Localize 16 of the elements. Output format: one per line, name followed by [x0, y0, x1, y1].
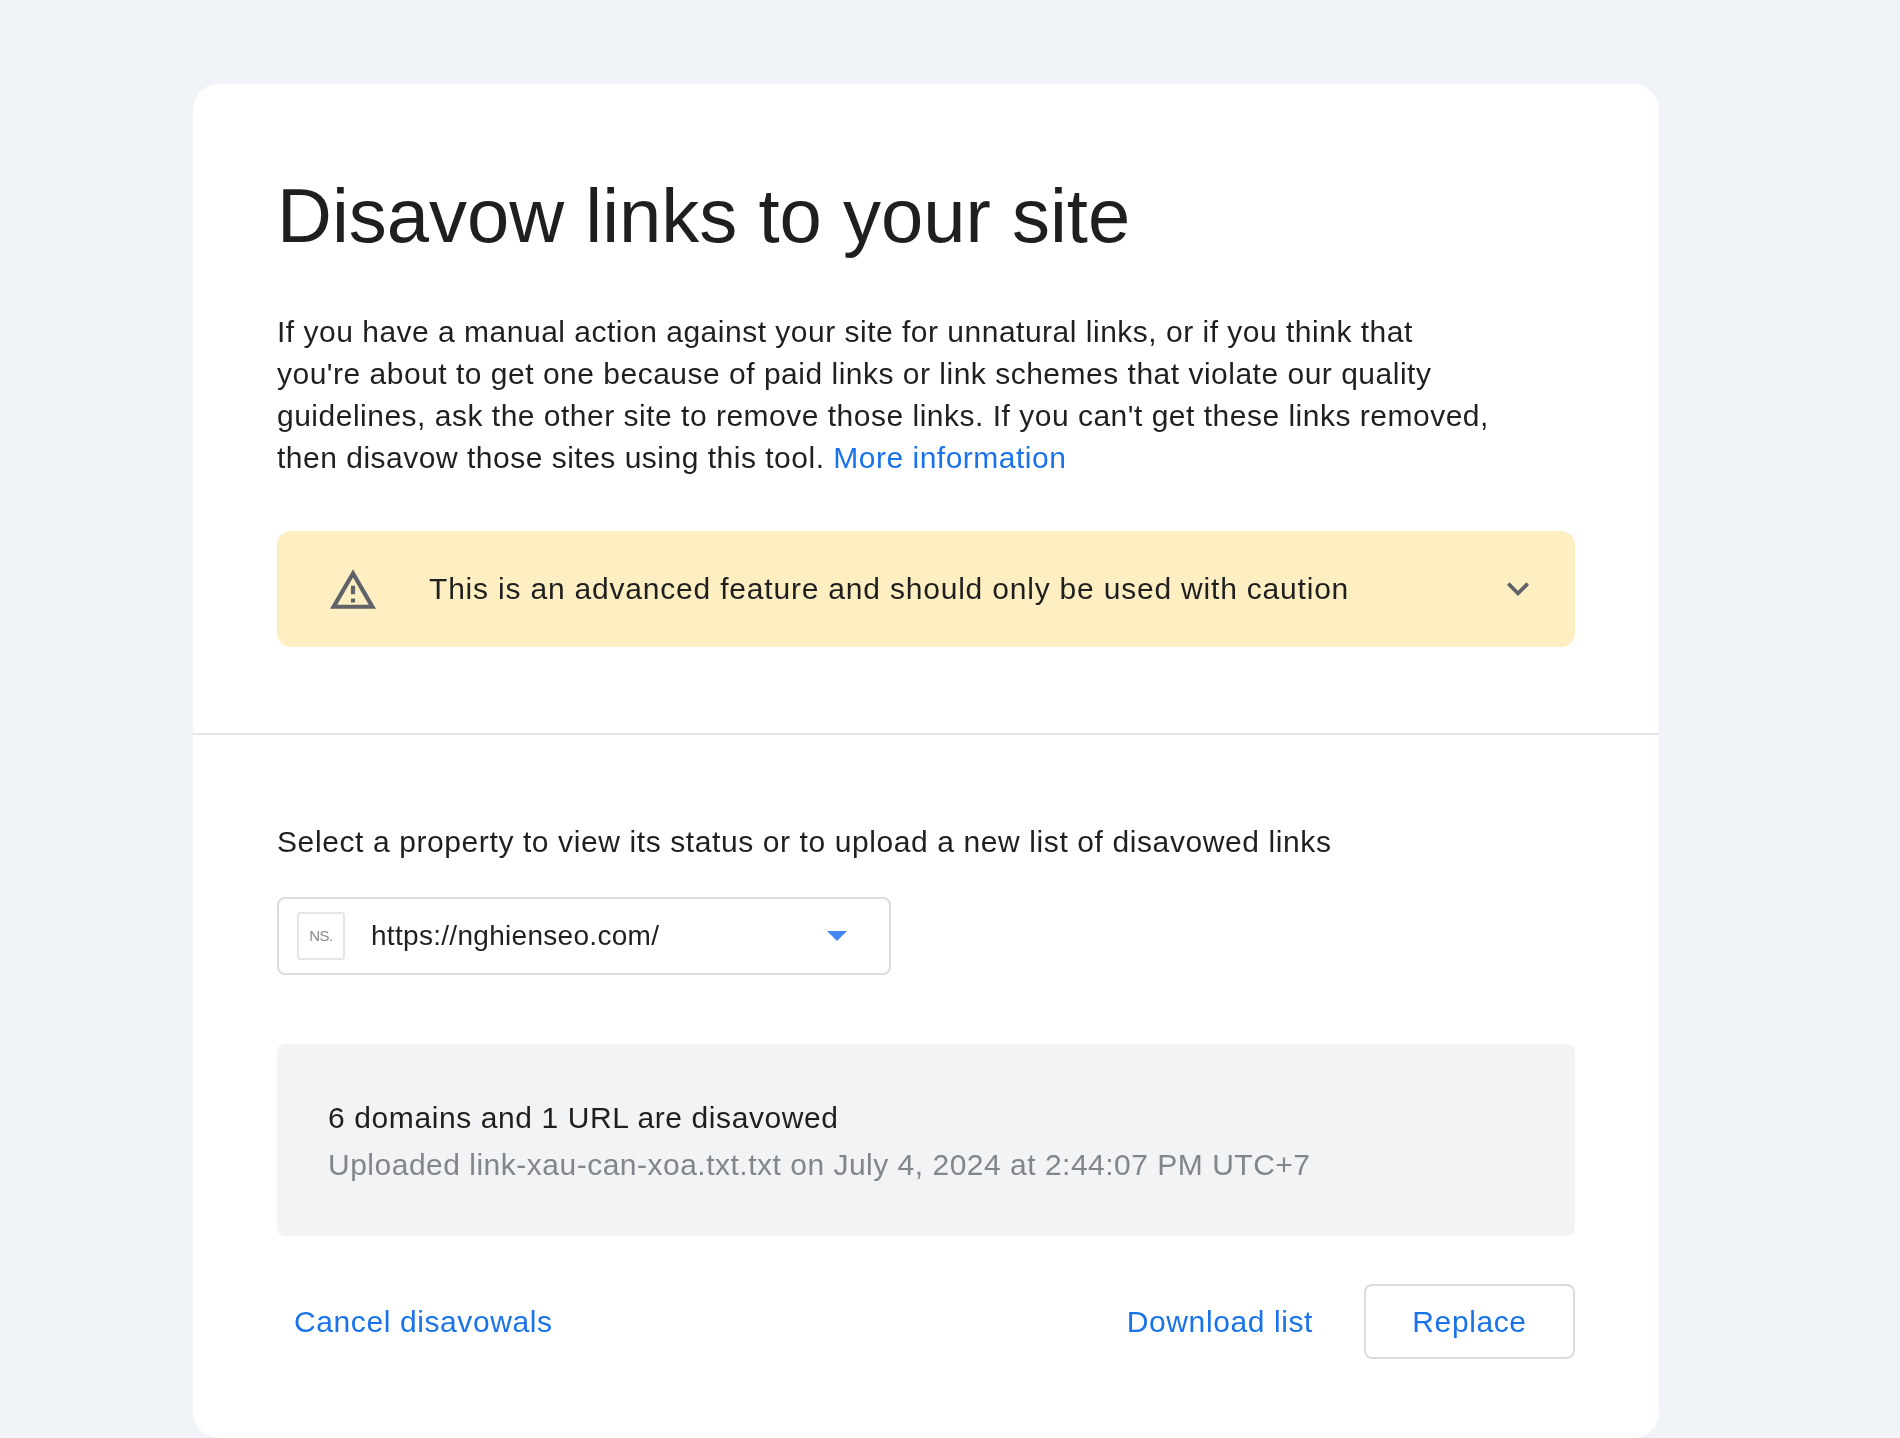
text-button[interactable]: Cancel disavowals: [277, 1284, 570, 1359]
outlined-button[interactable]: Replace: [1364, 1284, 1575, 1359]
status-summary: 6 domains and 1 URL are disavowed: [328, 1100, 840, 1136]
warning-icon: [330, 569, 376, 609]
intro-paragraph: If you have a manual action against your site for unnatural links, or if you think that you're about to get one because of paid links or link schemes that violate our quality guidelines, ask the other site to remove those links. If you can't get these links removed, then disavow those sites using this tool. More information: [277, 314, 1490, 476]
warning-text: This is an advanced feature and should only be used with caution: [429, 571, 1351, 607]
site-favicon: NS.: [297, 912, 345, 960]
status-detail: Uploaded link-xau-can-xoa.txt.txt on July 4, 2024 at 2:44:07 PM UTC+7: [328, 1147, 1312, 1183]
more-information-link[interactable]: More information: [833, 441, 1067, 474]
page-title: Disavow links to your site: [277, 172, 1132, 260]
property-select-label: Select a property to view its status or to upload a new list of disavowed links: [277, 824, 1333, 860]
property-select[interactable]: NS. https://nghienseo.com/: [277, 897, 891, 975]
text-button[interactable]: Download list: [1109, 1284, 1330, 1359]
warning-banner[interactable]: This is an advanced feature and should only be used with caution: [277, 531, 1575, 647]
dropdown-arrow-icon: [827, 931, 847, 941]
chevron-down-icon[interactable]: [1507, 582, 1529, 596]
